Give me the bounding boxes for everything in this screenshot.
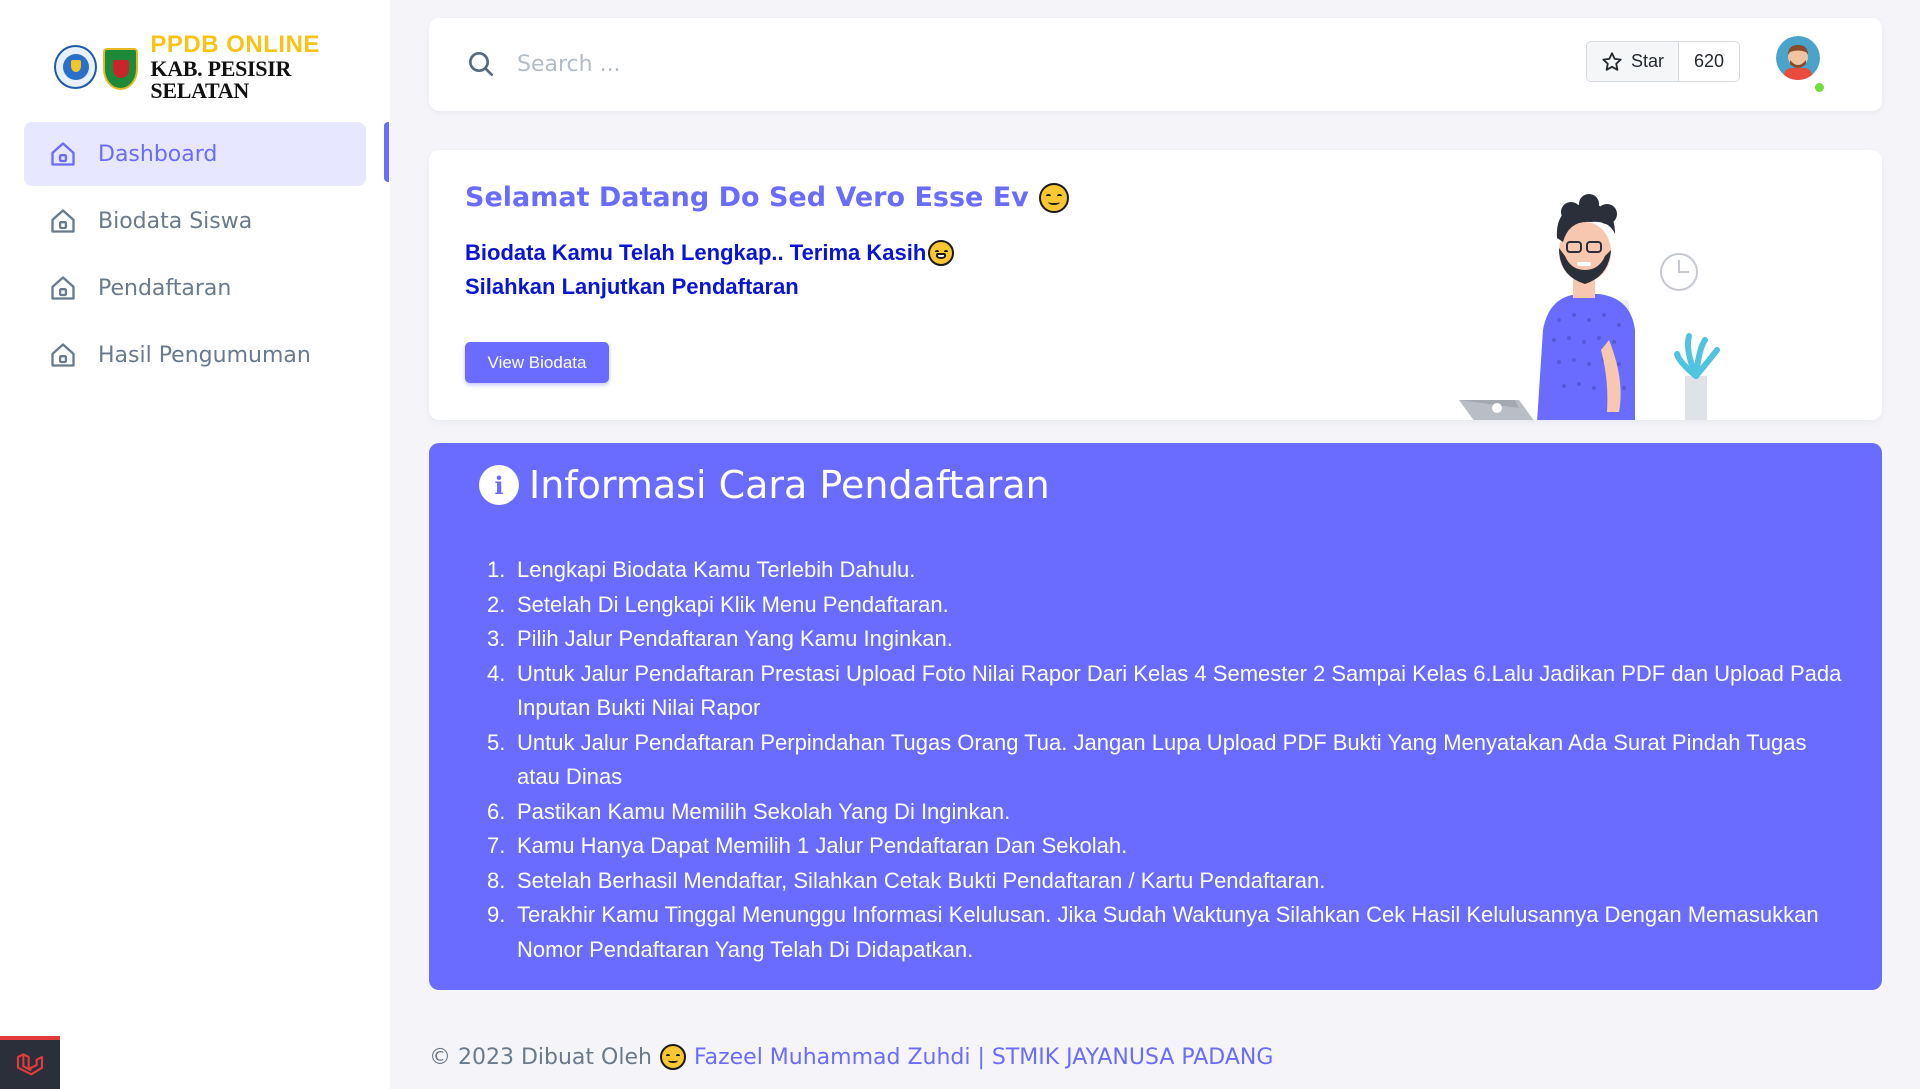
search-input[interactable] (517, 40, 837, 88)
brand-logo[interactable]: PPDB ONLINE KAB. PESISIR SELATAN (54, 32, 390, 101)
sidebar-item-label: Hasil Pengumuman (98, 342, 311, 368)
step-text: Lengkapi Biodata Kamu Terlebih Dahulu. (517, 557, 916, 582)
step-text: Kamu Hanya Dapat Memilih 1 Jalur Pendaft… (517, 833, 1128, 858)
sidebar-item-pendaftaran[interactable]: Pendaftaran (24, 256, 366, 320)
info-title: i Informasi Cara Pendaftaran (479, 463, 1050, 507)
yum-face-emoji-icon (659, 1044, 686, 1070)
step-text: Setelah Di Lengkapi Klik Menu Pendaftara… (517, 591, 949, 617)
step-text: Setelah Berhasil Mendaftar, Silahkan Cet… (517, 867, 1326, 893)
regency-shield-logo-icon (101, 44, 140, 90)
sidebar-menu: Dashboard Biodata Siswa Pendaftaran Hasi… (24, 122, 366, 390)
step-text: Untuk Jalur Pendaftaran Perpindahan Tuga… (517, 729, 1807, 790)
online-status-dot (1813, 81, 1826, 94)
home-icon (48, 340, 78, 370)
step-text: Pilih Jalur Pendaftaran Yang Kamu Ingink… (517, 626, 953, 651)
list-item: 1. Lengkapi Biodata Kamu Terlebih Dahulu. (487, 553, 1847, 588)
list-item: 8. Setelah Berhasil Mendaftar, Silahkan C… (487, 864, 1847, 899)
welcome-title: Selamat Datang Do Sed Vero Esse Ev (465, 182, 1069, 213)
list-item: 4. Untuk Jalur Pendaftaran Prestasi Uploa… (487, 657, 1847, 726)
home-icon (48, 273, 78, 303)
active-menu-indicator (384, 122, 389, 182)
welcome-message-line2: Silahkan Lanjutkan Pendaftaran (465, 274, 799, 299)
registration-steps-list: 1. Lengkapi Biodata Kamu Terlebih Dahulu.… (487, 553, 1847, 967)
brand-subtitle: KAB. PESISIR SELATAN (150, 55, 292, 103)
list-item: 7. Kamu Hanya Dapat Memilih 1 Jalur Penda… (487, 829, 1847, 864)
github-star-widget: Star 620 (1586, 41, 1741, 82)
star-button[interactable]: Star (1587, 42, 1680, 81)
top-navbar: Star 620 (429, 18, 1882, 111)
brand-title: PPDB ONLINE (150, 30, 320, 58)
star-label: Star (1631, 51, 1665, 71)
footer: © 2023 Dibuat Oleh Fazeel Muhammad Zuhdi… (429, 1044, 1273, 1070)
welcome-title-text: Selamat Datang Do Sed Vero Esse Ev (465, 182, 1029, 213)
star-icon (1602, 51, 1622, 71)
user-avatar[interactable] (1776, 36, 1820, 80)
list-item: 3. Pilih Jalur Pendaftaran Yang Kamu Ingi… (487, 622, 1847, 657)
grinning-face-emoji-icon (928, 240, 955, 266)
tut-wuri-logo-icon (54, 45, 98, 89)
sidebar-item-hasil-pengumuman[interactable]: Hasil Pengumuman (24, 323, 366, 387)
sidebar-item-label: Pendaftaran (98, 275, 232, 301)
footer-copyright: © 2023 Dibuat Oleh (429, 1044, 652, 1070)
home-icon (48, 206, 78, 236)
sidebar-item-label: Dashboard (98, 141, 218, 167)
info-circle-icon: i (479, 465, 519, 505)
step-text: Untuk Jalur Pendaftaran Prestasi Upload … (517, 660, 1842, 721)
welcome-message: Biodata Kamu Telah Lengkap.. Terima Kasi… (465, 236, 955, 304)
list-item: 5. Untuk Jalur Pendaftaran Perpindahan Tu… (487, 726, 1847, 795)
info-title-text: Informasi Cara Pendaftaran (529, 463, 1050, 507)
home-icon (48, 139, 78, 169)
view-biodata-button[interactable]: View Biodata (465, 342, 609, 383)
sidebar-item-biodata-siswa[interactable]: Biodata Siswa (24, 189, 366, 253)
list-item: 9. Terakhir Kamu Tinggal Menunggu Informa… (487, 898, 1847, 967)
man-with-laptop-illustration (1459, 194, 1720, 420)
step-text: Pastikan Kamu Memilih Sekolah Yang Di In… (517, 798, 1011, 824)
welcome-card: Selamat Datang Do Sed Vero Esse Ev Bioda… (429, 150, 1882, 420)
search-icon[interactable] (465, 48, 497, 80)
step-text: Terakhir Kamu Tinggal Menunggu Informasi… (517, 902, 1819, 962)
footer-author-link[interactable]: Fazeel Muhammad Zuhdi | STMIK JAYANUSA P… (694, 1045, 1273, 1070)
info-card: i Informasi Cara Pendaftaran 1. Lengkapi … (429, 443, 1882, 990)
sidebar-item-dashboard[interactable]: Dashboard (24, 122, 366, 186)
list-item: 2. Setelah Di Lengkapi Klik Menu Pendafta… (487, 588, 1847, 623)
laravel-debugbar-icon[interactable] (0, 1036, 60, 1089)
welcome-message-line1: Biodata Kamu Telah Lengkap.. Terima Kasi… (465, 240, 927, 265)
smiling-face-emoji-icon (1038, 182, 1069, 213)
sidebar-item-label: Biodata Siswa (98, 208, 253, 234)
list-item: 6. Pastikan Kamu Memilih Sekolah Yang Di … (487, 795, 1847, 830)
sidebar: PPDB ONLINE KAB. PESISIR SELATAN Dashboa… (0, 0, 390, 1089)
star-count[interactable]: 620 (1679, 42, 1740, 81)
